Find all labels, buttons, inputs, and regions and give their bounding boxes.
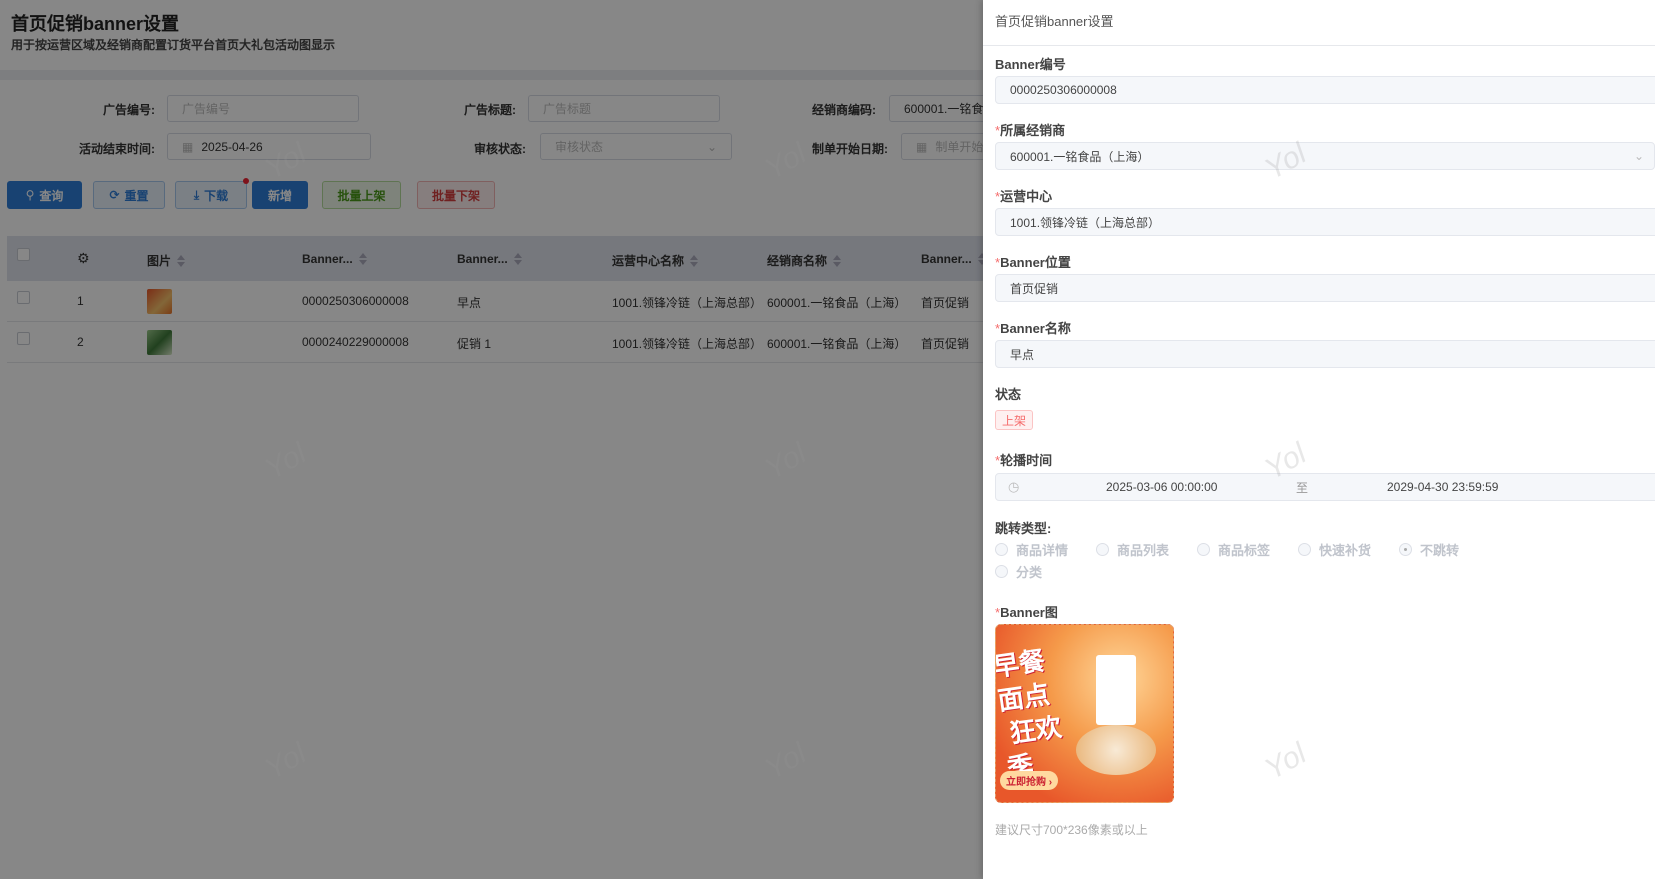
radio-quick-restock[interactable]: 快速补货 — [1298, 540, 1371, 559]
banner-image[interactable]: 早餐面点 狂欢季 立即抢购 › — [995, 624, 1174, 803]
banner-product — [1096, 655, 1136, 725]
name-label: *Banner名称 — [995, 318, 1071, 337]
radio-no-jump[interactable]: 不跳转 — [1399, 540, 1459, 559]
time-start: 2025-03-06 00:00:00 — [1106, 480, 1218, 494]
banner-buy-button: 立即抢购 › — [1000, 771, 1059, 790]
radio-label: 分类 — [1016, 565, 1043, 580]
radio-circle — [1197, 543, 1210, 556]
center-value: 1001.领锋冷链（上海总部） — [1010, 215, 1161, 230]
banner-logo-text: 早餐面点 狂欢季 — [995, 645, 1064, 784]
radio-category[interactable]: 分类 — [995, 562, 1042, 581]
center-field[interactable]: 1001.领锋冷链（上海总部） — [995, 208, 1655, 236]
radio-circle — [1096, 543, 1109, 556]
label-text: Banner图 — [1000, 605, 1058, 620]
time-end: 2029-04-30 23:59:59 — [1387, 480, 1499, 494]
radio-label: 快速补货 — [1319, 543, 1372, 558]
label-text: 运营中心 — [1000, 189, 1053, 204]
drawer-title: 首页促销banner设置 — [995, 14, 1114, 29]
banner-image-label: *Banner图 — [995, 602, 1058, 621]
image-size-hint: 建议尺寸700*236像素或以上 — [995, 823, 1148, 837]
label-text: 所属经销商 — [1000, 123, 1066, 138]
chevron-down-icon: ⌄ — [1633, 149, 1644, 163]
label-text: Banner名称 — [1000, 321, 1071, 336]
name-value: 早点 — [1010, 347, 1035, 362]
dealer-select[interactable]: 600001.一铭食品（上海） ⌄ — [995, 142, 1655, 170]
position-label: *Banner位置 — [995, 252, 1071, 271]
time-separator: 至 — [1296, 480, 1309, 495]
radio-label: 商品列表 — [1117, 543, 1170, 558]
drawer-divider — [983, 45, 1655, 46]
banner-food — [1076, 725, 1156, 775]
radio-circle — [1298, 543, 1311, 556]
jump-type-label: 跳转类型: — [995, 521, 1052, 536]
radio-product-tag[interactable]: 商品标签 — [1197, 540, 1270, 559]
radio-product-list[interactable]: 商品列表 — [1096, 540, 1169, 559]
dealer-label: *所属经销商 — [995, 120, 1065, 139]
modal-mask[interactable] — [0, 0, 983, 879]
time-label: *轮播时间 — [995, 450, 1052, 469]
label-text: 轮播时间 — [1000, 453, 1053, 468]
banner-no-value: 0000250306000008 — [1010, 83, 1117, 97]
banner-no-label: Banner编号 — [995, 57, 1066, 72]
label-text: Banner位置 — [1000, 255, 1071, 270]
position-field[interactable]: 首页促销 — [995, 274, 1655, 302]
banner-no-field[interactable]: 0000250306000008 — [995, 76, 1655, 104]
radio-label: 商品标签 — [1218, 543, 1271, 558]
name-field[interactable]: 早点 — [995, 340, 1655, 368]
status-badge: 上架 — [995, 410, 1034, 430]
radio-circle — [995, 565, 1008, 578]
radio-label: 商品详情 — [1016, 543, 1069, 558]
clock-icon: ◷ — [1008, 479, 1020, 494]
status-label: 状态 — [995, 387, 1022, 402]
radio-circle — [995, 543, 1008, 556]
position-value: 首页促销 — [1010, 281, 1059, 296]
radio-circle-selected — [1399, 543, 1412, 556]
radio-product-detail[interactable]: 商品详情 — [995, 540, 1068, 559]
time-range-picker[interactable]: ◷ 2025-03-06 00:00:00 至 2029-04-30 23:59… — [995, 473, 1655, 501]
radio-label: 不跳转 — [1420, 543, 1460, 558]
dealer-value: 600001.一铭食品（上海） — [1010, 149, 1150, 164]
detail-drawer: 首页促销banner设置 Banner编号 0000250306000008 *… — [983, 0, 1655, 879]
center-label: *运营中心 — [995, 186, 1052, 205]
